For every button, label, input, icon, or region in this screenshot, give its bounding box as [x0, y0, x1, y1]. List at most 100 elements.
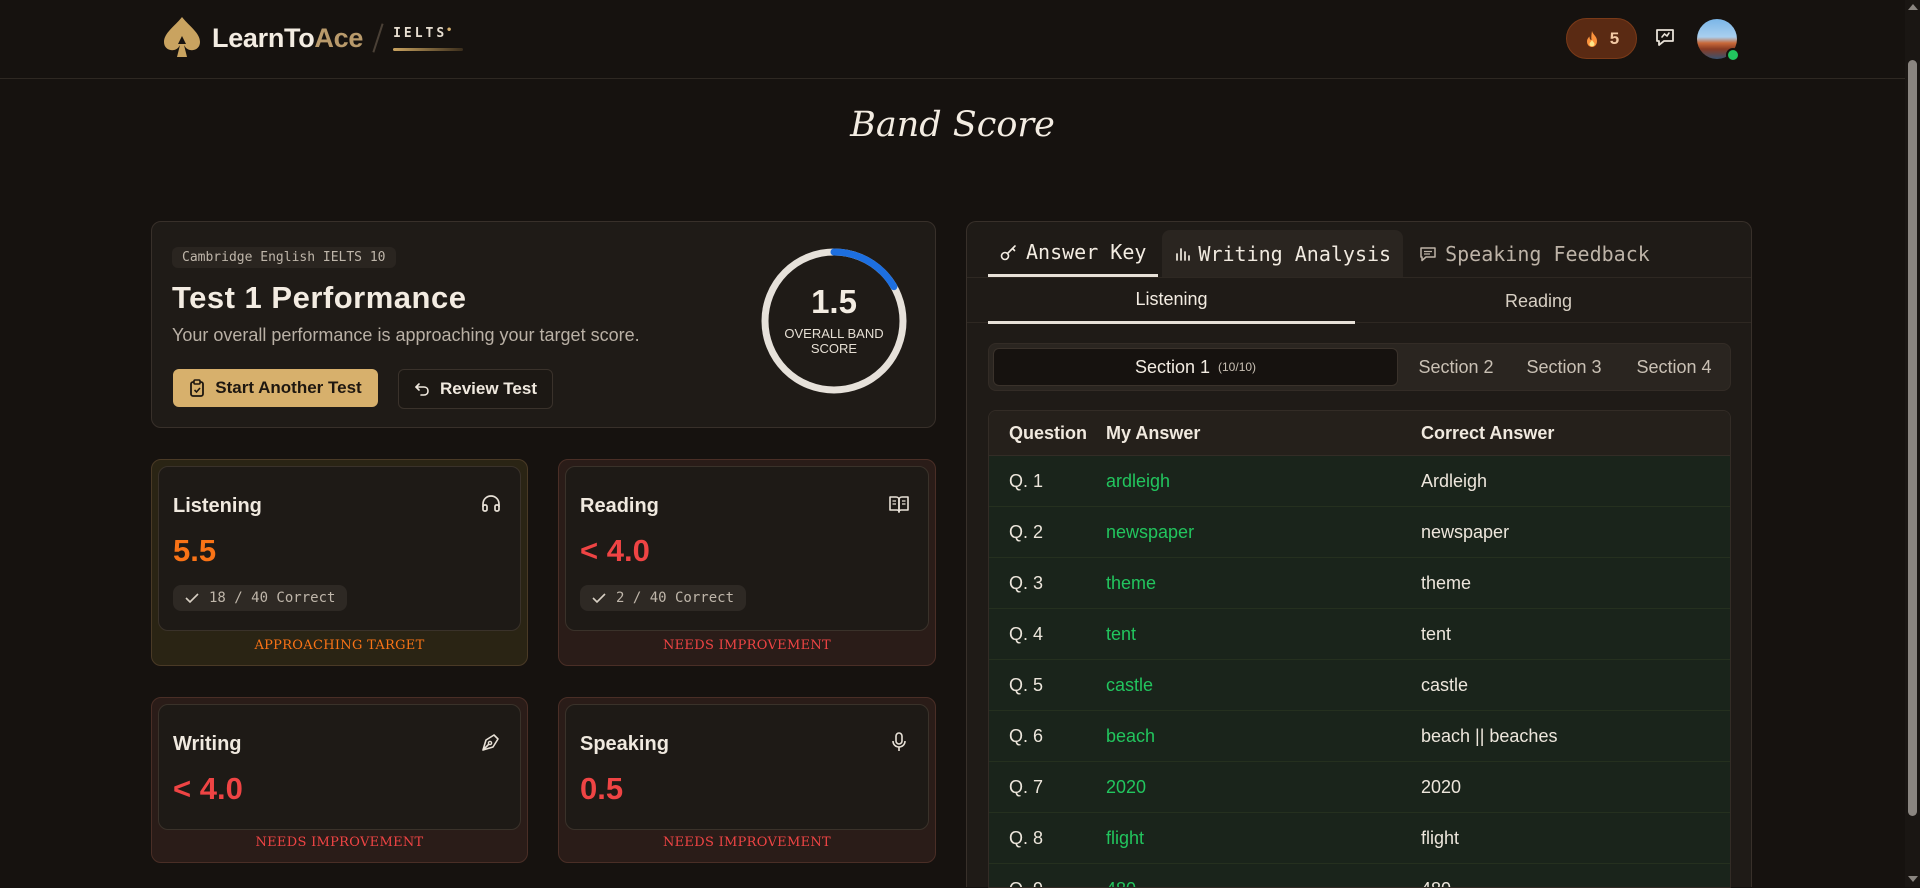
header-my-answer: My Answer	[1106, 423, 1200, 444]
my-answer: castle	[1106, 675, 1153, 696]
microphone-icon	[888, 731, 910, 753]
test-source-tag: Cambridge English IELTS 10	[172, 247, 396, 268]
check-icon	[592, 592, 606, 604]
check-icon	[185, 592, 199, 604]
skill-score: 5.5	[173, 533, 216, 569]
review-test-button[interactable]: Review Test	[398, 369, 553, 409]
performance-subtitle: Your overall performance is approaching …	[172, 325, 640, 346]
table-header: Question My Answer Correct Answer	[989, 411, 1730, 456]
section-2-button[interactable]: Section 2	[1406, 348, 1506, 386]
section-3-button[interactable]: Section 3	[1514, 348, 1614, 386]
online-status-dot	[1726, 48, 1740, 62]
brand-divider	[372, 23, 383, 52]
writing-skill-card[interactable]: Writing < 4.0 NEEDS IMPROVEMENT	[151, 697, 528, 863]
table-row: Q. 5 castle castle	[989, 660, 1730, 711]
score-ring-graphic	[760, 247, 908, 395]
brand-learn-text: LearnTo	[212, 23, 314, 53]
header-question: Question	[1009, 423, 1087, 444]
brand-logo[interactable]: LearnToAce IELTS•	[160, 14, 447, 62]
page-scrollbar[interactable]	[1905, 0, 1920, 887]
clipboard-icon	[189, 379, 205, 397]
listening-skill-card[interactable]: Listening 5.5 18 / 40 Correct APPROACHIN…	[151, 459, 528, 666]
question-number: Q. 3	[1009, 573, 1043, 594]
section-4-button[interactable]: Section 4	[1622, 348, 1726, 386]
subtab-listening[interactable]: Listening	[988, 278, 1355, 324]
correct-answer: theme	[1421, 573, 1471, 594]
correct-answer: newspaper	[1421, 522, 1509, 543]
start-another-test-button[interactable]: Start Another Test	[173, 369, 378, 407]
skill-status: NEEDS IMPROVEMENT	[559, 638, 935, 653]
user-avatar[interactable]	[1697, 19, 1737, 59]
answer-review-panel: Answer Key Writing Analysis Speaking Fee…	[966, 221, 1752, 887]
my-answer: tent	[1106, 624, 1136, 645]
open-book-icon	[888, 493, 910, 515]
pen-tool-icon	[480, 731, 502, 753]
my-answer: ardleigh	[1106, 471, 1170, 492]
review-tabs: Answer Key Writing Analysis Speaking Fee…	[988, 222, 1662, 277]
reading-card-body: Reading < 4.0 2 / 40 Correct	[565, 466, 929, 631]
table-row: Q. 8 flight flight	[989, 813, 1730, 864]
overall-band-label: OVERALL BANDSCORE	[760, 326, 908, 356]
overall-label-line-2: SCORE	[811, 341, 857, 356]
table-row: Q. 1 ardleigh Ardleigh	[989, 456, 1730, 507]
section-1-label: Section 1	[1135, 357, 1210, 378]
speaking-skill-card[interactable]: Speaking 0.5 NEEDS IMPROVEMENT	[558, 697, 936, 863]
question-number: Q. 4	[1009, 624, 1043, 645]
brand-name: LearnToAce	[212, 23, 363, 54]
speaking-card-body: Speaking 0.5	[565, 704, 929, 830]
scroll-down-arrow-icon[interactable]	[1908, 876, 1918, 882]
reading-skill-card[interactable]: Reading < 4.0 2 / 40 Correct NEEDS IMPRO…	[558, 459, 936, 666]
question-number: Q. 7	[1009, 777, 1043, 798]
product-badge: IELTS•	[393, 26, 447, 51]
table-row: Q. 7 2020 2020	[989, 762, 1730, 813]
section-1-button[interactable]: Section 1 (10/10)	[993, 348, 1398, 386]
page-title: Band Score	[0, 105, 1905, 145]
question-number: Q. 6	[1009, 726, 1043, 747]
review-test-label: Review Test	[440, 379, 537, 399]
skill-name: Writing	[173, 733, 242, 756]
table-row: Q. 3 theme theme	[989, 558, 1730, 609]
my-answer: theme	[1106, 573, 1156, 594]
headphones-icon	[480, 493, 502, 515]
skill-status: NEEDS IMPROVEMENT	[152, 835, 527, 850]
tab-speaking-feedback[interactable]: Speaking Feedback	[1407, 230, 1662, 277]
table-row: Q. 9 480 480	[989, 864, 1730, 888]
performance-title: Test 1 Performance	[172, 280, 466, 316]
brand-ace-text: Ace	[314, 23, 363, 53]
message-square-icon	[1419, 245, 1437, 263]
spade-logo-icon	[160, 14, 204, 62]
writing-card-body: Writing < 4.0	[158, 704, 521, 830]
start-another-test-label: Start Another Test	[215, 378, 361, 398]
scrollbar-thumb[interactable]	[1908, 60, 1917, 816]
overall-label-line-1: OVERALL BAND	[784, 326, 883, 341]
correct-count-text: 18 / 40 Correct	[209, 590, 335, 606]
my-answer: newspaper	[1106, 522, 1194, 543]
section-selector: Section 1 (10/10) Section 2 Section 3 Sec…	[988, 343, 1731, 391]
scroll-up-arrow-icon[interactable]	[1908, 4, 1918, 10]
correct-count-text: 2 / 40 Correct	[616, 590, 734, 606]
header-correct-answer: Correct Answer	[1421, 423, 1554, 444]
feedback-chat-icon[interactable]	[1654, 26, 1676, 48]
performance-summary-card: Cambridge English IELTS 10 Test 1 Perfor…	[151, 221, 936, 428]
table-row: Q. 2 newspaper newspaper	[989, 507, 1730, 558]
section-1-count: (10/10)	[1218, 360, 1256, 374]
product-dot: •	[446, 25, 455, 36]
subtab-reading[interactable]: Reading	[1355, 278, 1722, 324]
key-icon	[1000, 243, 1018, 261]
streak-button[interactable]: 5	[1566, 18, 1637, 59]
correct-answer: tent	[1421, 624, 1451, 645]
table-row: Q. 6 beach beach || beaches	[989, 711, 1730, 762]
correct-answer: Ardleigh	[1421, 471, 1487, 492]
skill-status: APPROACHING TARGET	[152, 638, 527, 653]
overall-band-score: 1.5	[760, 283, 908, 321]
my-answer: flight	[1106, 828, 1144, 849]
overall-band-score-ring: 1.5 OVERALL BANDSCORE	[760, 247, 908, 395]
tab-answer-key-label: Answer Key	[1026, 240, 1146, 264]
streak-count: 5	[1610, 29, 1619, 49]
correct-answer: beach || beaches	[1421, 726, 1557, 747]
tab-answer-key[interactable]: Answer Key	[988, 230, 1158, 277]
table-row: Q. 4 tent tent	[989, 609, 1730, 660]
tab-speaking-feedback-label: Speaking Feedback	[1445, 242, 1650, 266]
tab-writing-analysis[interactable]: Writing Analysis	[1162, 230, 1403, 277]
skill-name: Speaking	[580, 733, 669, 756]
